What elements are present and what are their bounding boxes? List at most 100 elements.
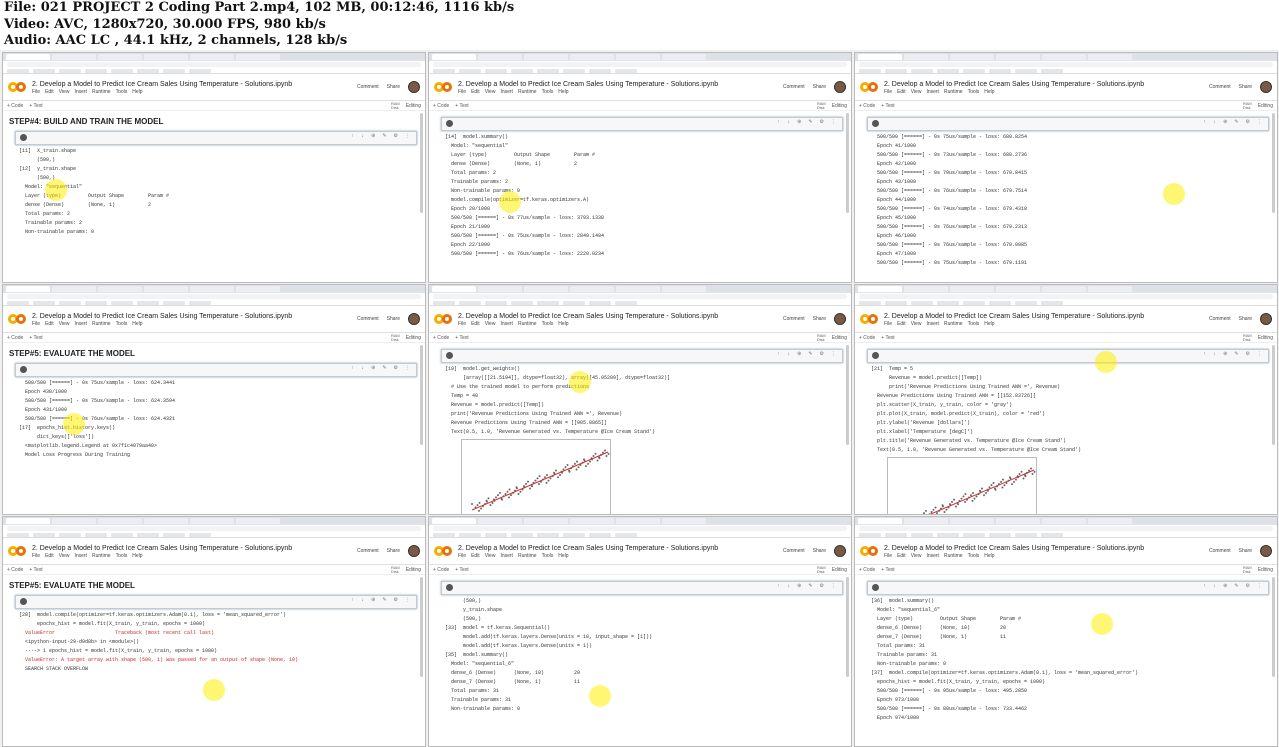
menu-item[interactable]: View — [911, 89, 922, 95]
add-code-button[interactable]: + Code — [433, 567, 449, 573]
cell-toolbar[interactable]: ↑ ↓ ⊕ ✎ ⚙ ⋮ — [1203, 119, 1264, 126]
menu-item[interactable]: Edit — [897, 89, 906, 95]
menu-item[interactable]: File — [884, 321, 892, 327]
add-text-button[interactable]: + Text — [455, 567, 468, 573]
run-cell-icon[interactable] — [20, 134, 27, 141]
comment-button[interactable]: Comment — [783, 316, 805, 322]
avatar[interactable] — [834, 313, 846, 325]
run-cell-icon[interactable] — [446, 584, 453, 591]
menu-item[interactable]: Insert — [74, 89, 87, 95]
menu-item[interactable]: Runtime — [944, 321, 963, 327]
menu-item[interactable]: Help — [984, 321, 994, 327]
comment-button[interactable]: Comment — [1209, 548, 1231, 554]
video-frame-thumbnail[interactable]: 2. Develop a Model to Predict Ice Cream … — [854, 284, 1278, 515]
address-bar[interactable] — [429, 293, 851, 300]
avatar[interactable] — [1260, 81, 1272, 93]
menu-item[interactable]: Tools — [968, 89, 980, 95]
editing-status[interactable]: Editing — [406, 103, 421, 109]
scrollbar[interactable] — [846, 577, 849, 677]
menu-item[interactable]: Tools — [542, 553, 554, 559]
run-cell-icon[interactable] — [20, 366, 27, 373]
notebook-title[interactable]: 2. Develop a Model to Predict Ice Cream … — [458, 312, 718, 321]
address-bar[interactable] — [429, 525, 851, 532]
notebook-title[interactable]: 2. Develop a Model to Predict Ice Cream … — [884, 80, 1144, 89]
share-button[interactable]: Share — [1239, 548, 1252, 554]
editing-status[interactable]: Editing — [406, 335, 421, 341]
add-code-button[interactable]: + Code — [859, 567, 875, 573]
code-cell[interactable]: ↑ ↓ ⊕ ✎ ⚙ ⋮ — [15, 595, 417, 609]
menu-item[interactable]: Tools — [968, 321, 980, 327]
video-frame-thumbnail[interactable]: 2. Develop a Model to Predict Ice Cream … — [854, 516, 1278, 747]
scrollbar[interactable] — [1272, 113, 1275, 213]
notebook-title[interactable]: 2. Develop a Model to Predict Ice Cream … — [884, 312, 1144, 321]
menu-item[interactable]: Tools — [542, 321, 554, 327]
menu-item[interactable]: File — [32, 89, 40, 95]
cell-toolbar[interactable]: ↑ ↓ ⊕ ✎ ⚙ ⋮ — [351, 597, 412, 604]
address-bar[interactable] — [855, 293, 1277, 300]
run-cell-icon[interactable] — [446, 120, 453, 127]
run-cell-icon[interactable] — [446, 352, 453, 359]
add-text-button[interactable]: + Text — [881, 103, 894, 109]
menu-item[interactable]: File — [458, 321, 466, 327]
address-bar[interactable] — [429, 61, 851, 68]
ram-disk-indicator[interactable]: RAM Disk — [817, 565, 826, 574]
menu-item[interactable]: View — [911, 553, 922, 559]
notebook-title[interactable]: 2. Develop a Model to Predict Ice Cream … — [884, 544, 1144, 553]
code-cell[interactable]: ↑ ↓ ⊕ ✎ ⚙ ⋮ — [867, 349, 1269, 363]
comment-button[interactable]: Comment — [357, 548, 379, 554]
add-code-button[interactable]: + Code — [7, 567, 23, 573]
menu-item[interactable]: Edit — [897, 553, 906, 559]
share-button[interactable]: Share — [387, 84, 400, 90]
address-bar[interactable] — [855, 61, 1277, 68]
video-frame-thumbnail[interactable]: 2. Develop a Model to Predict Ice Cream … — [428, 284, 852, 515]
menu-item[interactable]: View — [59, 89, 70, 95]
menu-item[interactable]: View — [911, 321, 922, 327]
share-button[interactable]: Share — [1239, 84, 1252, 90]
ram-disk-indicator[interactable]: RAM Disk — [391, 101, 400, 110]
menu-item[interactable]: Runtime — [92, 553, 111, 559]
menu-item[interactable]: Tools — [542, 89, 554, 95]
avatar[interactable] — [1260, 313, 1272, 325]
comment-button[interactable]: Comment — [1209, 316, 1231, 322]
menu-item[interactable]: File — [32, 321, 40, 327]
menu-item[interactable]: Insert — [926, 321, 939, 327]
video-frame-thumbnail[interactable]: 2. Develop a Model to Predict Ice Cream … — [2, 284, 426, 515]
scrollbar[interactable] — [420, 113, 423, 213]
menu-item[interactable]: Insert — [500, 321, 513, 327]
menu-item[interactable]: Tools — [116, 321, 128, 327]
menu-item[interactable]: View — [59, 321, 70, 327]
editing-status[interactable]: Editing — [1258, 335, 1273, 341]
avatar[interactable] — [408, 545, 420, 557]
browser-tab-bar[interactable] — [429, 285, 851, 293]
ram-disk-indicator[interactable]: RAM Disk — [1243, 101, 1252, 110]
run-cell-icon[interactable] — [872, 584, 879, 591]
menu-item[interactable]: Help — [132, 321, 142, 327]
add-text-button[interactable]: + Text — [455, 103, 468, 109]
comment-button[interactable]: Comment — [357, 316, 379, 322]
menu-item[interactable]: View — [59, 553, 70, 559]
scrollbar[interactable] — [1272, 345, 1275, 445]
add-code-button[interactable]: + Code — [859, 335, 875, 341]
video-frame-thumbnail[interactable]: 2. Develop a Model to Predict Ice Cream … — [854, 52, 1278, 283]
share-button[interactable]: Share — [1239, 316, 1252, 322]
cell-toolbar[interactable]: ↑ ↓ ⊕ ✎ ⚙ ⋮ — [351, 365, 412, 372]
notebook-title[interactable]: 2. Develop a Model to Predict Ice Cream … — [32, 80, 292, 89]
browser-tab-bar[interactable] — [429, 53, 851, 61]
menu-item[interactable]: Tools — [116, 89, 128, 95]
menu-item[interactable]: Insert — [500, 553, 513, 559]
video-frame-thumbnail[interactable]: 2. Develop a Model to Predict Ice Cream … — [428, 52, 852, 283]
ram-disk-indicator[interactable]: RAM Disk — [391, 333, 400, 342]
menu-item[interactable]: Edit — [471, 321, 480, 327]
menu-item[interactable]: Runtime — [518, 553, 537, 559]
share-button[interactable]: Share — [813, 548, 826, 554]
add-text-button[interactable]: + Text — [29, 567, 42, 573]
code-cell[interactable]: ↑ ↓ ⊕ ✎ ⚙ ⋮ — [867, 581, 1269, 595]
menu-item[interactable]: Edit — [897, 321, 906, 327]
video-frame-thumbnail[interactable]: 2. Develop a Model to Predict Ice Cream … — [2, 516, 426, 747]
menu-item[interactable]: Insert — [74, 321, 87, 327]
avatar[interactable] — [834, 81, 846, 93]
menu-item[interactable]: Edit — [471, 553, 480, 559]
menu-item[interactable]: Edit — [45, 553, 54, 559]
menu-item[interactable]: Insert — [500, 89, 513, 95]
cell-toolbar[interactable]: ↑ ↓ ⊕ ✎ ⚙ ⋮ — [1203, 583, 1264, 590]
